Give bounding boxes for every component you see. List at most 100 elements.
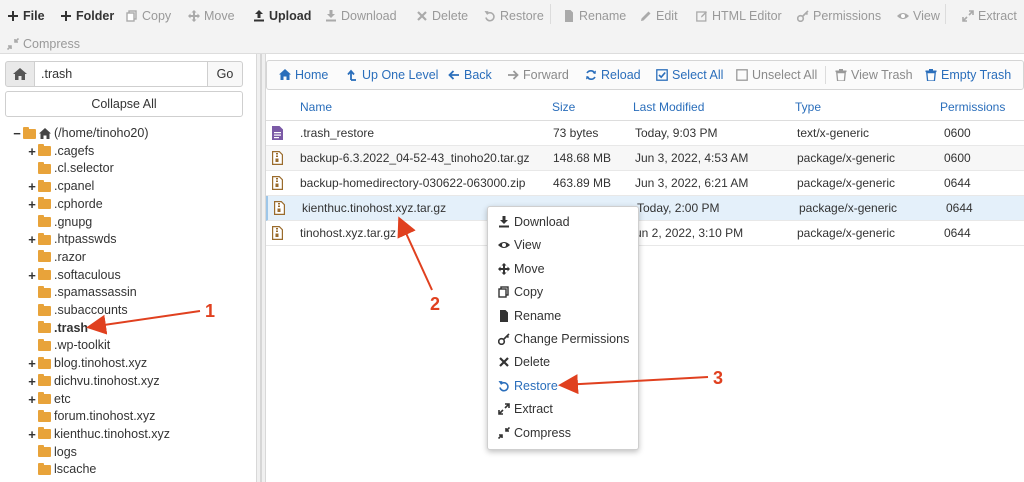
column-permissions[interactable]: Permissions bbox=[940, 93, 1005, 121]
toolbar-move-button[interactable]: Move bbox=[188, 3, 235, 29]
nav-select-all-button[interactable]: Select All bbox=[656, 61, 723, 89]
trash-icon bbox=[925, 69, 937, 81]
folder-icon bbox=[38, 392, 51, 404]
toolbar-button-label: File bbox=[23, 9, 45, 23]
nav-button-label: Back bbox=[464, 68, 492, 82]
tree-item-spamassassin[interactable]: .spamassassin bbox=[27, 284, 137, 301]
table-row[interactable]: backup-homedirectory-030622-063000.zip 46… bbox=[266, 171, 1024, 196]
panel-splitter[interactable] bbox=[256, 54, 266, 482]
nav-reload-button[interactable]: Reload bbox=[585, 61, 641, 89]
tree-expand-toggle[interactable]: + bbox=[27, 231, 37, 248]
tree-item-dichvu-tinohost-xyz[interactable]: + dichvu.tinohost.xyz bbox=[27, 373, 159, 390]
compress-icon bbox=[498, 426, 510, 439]
folder-icon bbox=[38, 409, 51, 422]
column-size[interactable]: Size bbox=[552, 93, 575, 121]
key-icon bbox=[498, 333, 510, 345]
context-menu-rename[interactable]: Rename bbox=[498, 305, 561, 327]
tree-item-subaccounts[interactable]: .subaccounts bbox=[27, 302, 128, 319]
context-menu-copy[interactable]: Copy bbox=[498, 281, 543, 303]
undo-icon bbox=[498, 380, 510, 392]
tree-item-cl-selector[interactable]: .cl.selector bbox=[27, 160, 114, 177]
toolbar-folder-button[interactable]: Folder bbox=[60, 3, 114, 29]
tree-item-blog-tinohost-xyz[interactable]: + blog.tinohost.xyz bbox=[27, 355, 147, 372]
cell-name: .trash_restore bbox=[300, 126, 375, 140]
toolbar: File Folder Copy Move Upload Download Delete Re… bbox=[0, 0, 1024, 54]
table-row[interactable]: .trash_restore 73 bytes Today, 9:03 PM text… bbox=[266, 121, 1024, 146]
nav-empty-trash-button[interactable]: Empty Trash bbox=[925, 61, 1011, 89]
tree-expand-toggle[interactable]: + bbox=[27, 391, 37, 408]
tree-item-forum-tinohost-xyz[interactable]: forum.tinohost.xyz bbox=[27, 408, 155, 425]
path-input[interactable] bbox=[34, 61, 208, 87]
toolbar-permissions-button[interactable]: Permissions bbox=[797, 3, 881, 29]
download-icon bbox=[498, 216, 510, 228]
toolbar-file-button[interactable]: File bbox=[7, 3, 45, 29]
tree-expand-toggle[interactable]: + bbox=[27, 196, 37, 213]
toolbar-download-button[interactable]: Download bbox=[325, 3, 397, 29]
context-menu-label: Compress bbox=[514, 425, 571, 440]
toolbar-rename-button[interactable]: Rename bbox=[563, 3, 626, 29]
toolbar-delete-button[interactable]: Delete bbox=[416, 3, 468, 29]
tree-item-htpasswds[interactable]: + .htpasswds bbox=[27, 231, 116, 248]
tree-item-logs[interactable]: logs bbox=[27, 444, 77, 461]
tree-item-etc[interactable]: + etc bbox=[27, 391, 70, 408]
tree-item-label: .cagefs bbox=[54, 143, 95, 158]
tree-item-lscache[interactable]: lscache bbox=[27, 461, 96, 478]
tree-expand-toggle[interactable]: + bbox=[27, 143, 37, 160]
nav-home-button[interactable]: Home bbox=[279, 61, 328, 89]
tree-expand-toggle[interactable]: + bbox=[27, 267, 37, 284]
tree-item-wp-toolkit[interactable]: .wp-toolkit bbox=[27, 337, 110, 354]
tree-item-cpanel[interactable]: + .cpanel bbox=[27, 178, 94, 195]
context-menu-extract[interactable]: Extract bbox=[498, 398, 553, 420]
nav-back-button[interactable]: Back bbox=[448, 61, 492, 89]
nav-forward-button[interactable]: Forward bbox=[507, 61, 569, 89]
tree-root-item[interactable]: − (/home/tinoho20) bbox=[12, 125, 148, 142]
cell-type: package/x-generic bbox=[799, 201, 898, 215]
table-row[interactable]: backup-6.3.2022_04-52-43_tinoho20.tar.gz… bbox=[266, 146, 1024, 171]
tree-item-label: .wp-toolkit bbox=[54, 338, 111, 353]
toolbar-restore-button[interactable]: Restore bbox=[484, 3, 544, 29]
tree-item-razor[interactable]: .razor bbox=[27, 249, 86, 266]
column-type[interactable]: Type bbox=[795, 93, 821, 121]
tree-expand-toggle[interactable]: + bbox=[27, 426, 37, 443]
nav-view-trash-button[interactable]: View Trash bbox=[835, 61, 913, 89]
toolbar-extract-button[interactable]: Extract bbox=[962, 3, 1017, 29]
go-button[interactable]: Go bbox=[207, 61, 243, 87]
context-menu-change-permissions[interactable]: Change Permissions bbox=[498, 328, 629, 350]
collapse-all-button[interactable]: Collapse All bbox=[5, 91, 243, 117]
tree-expand-toggle[interactable]: + bbox=[27, 373, 37, 390]
table-row[interactable]: kienthuc.tinohost.xyz.tar.gz Today, 2:00 … bbox=[266, 196, 1024, 221]
toolbar-html-editor-button[interactable]: HTML Editor bbox=[696, 3, 782, 29]
context-menu-view[interactable]: View bbox=[498, 234, 541, 256]
annotation-number-3: 3 bbox=[713, 368, 724, 388]
tree-item-kienthuc-tinohost-xyz[interactable]: + kienthuc.tinohost.xyz bbox=[27, 426, 170, 443]
refresh-icon bbox=[585, 69, 597, 81]
tree-item-softaculous[interactable]: + .softaculous bbox=[27, 267, 121, 284]
column-last-modified[interactable]: Last Modified bbox=[633, 93, 704, 121]
context-menu-restore[interactable]: Restore bbox=[498, 375, 558, 397]
nav-unselect-all-button[interactable]: Unselect All bbox=[736, 61, 817, 89]
tree-item-gnupg[interactable]: .gnupg bbox=[27, 214, 92, 231]
tree-expand-toggle[interactable]: − bbox=[12, 125, 22, 142]
context-menu-move[interactable]: Move bbox=[498, 258, 545, 280]
nav-up-one-level-button[interactable]: Up One Level bbox=[346, 61, 438, 89]
context-menu-label: Delete bbox=[514, 355, 551, 370]
context-menu-download[interactable]: Download bbox=[498, 211, 570, 233]
file-icon bbox=[498, 309, 510, 322]
context-menu-compress[interactable]: Compress bbox=[498, 422, 571, 444]
column-name[interactable]: Name bbox=[300, 93, 332, 121]
folder-icon bbox=[38, 321, 51, 334]
expand-icon bbox=[498, 403, 510, 415]
toolbar-edit-button[interactable]: Edit bbox=[640, 3, 678, 29]
tree-expand-toggle[interactable]: + bbox=[27, 178, 37, 195]
toolbar-upload-button[interactable]: Upload bbox=[253, 3, 311, 29]
tree-expand-toggle[interactable]: + bbox=[27, 355, 37, 372]
table-row[interactable]: tinohost.xyz.tar.gz un 2, 2022, 3:10 PM pa… bbox=[266, 221, 1024, 246]
tree-item-cagefs[interactable]: + .cagefs bbox=[27, 143, 94, 160]
tree-item-trash[interactable]: .trash bbox=[27, 320, 88, 337]
tree-item-cphorde[interactable]: + .cphorde bbox=[27, 196, 102, 213]
toolbar-copy-button[interactable]: Copy bbox=[126, 3, 171, 29]
toolbar-view-button[interactable]: View bbox=[897, 3, 940, 29]
context-menu-delete[interactable]: Delete bbox=[498, 351, 550, 373]
context-menu-label: View bbox=[514, 238, 541, 253]
home-button[interactable] bbox=[5, 61, 35, 87]
